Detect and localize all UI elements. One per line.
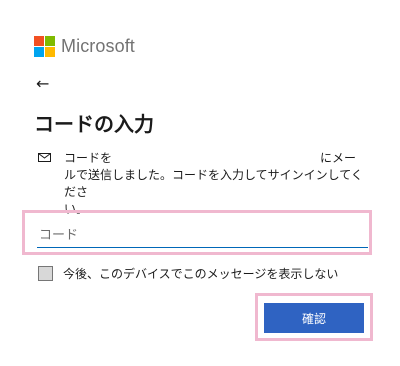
code-input-highlight: [22, 210, 372, 255]
confirm-button-highlight: 確認: [255, 293, 373, 341]
logo-square-green: [45, 36, 55, 46]
remember-device-checkbox[interactable]: [38, 266, 53, 281]
message-part-2: にメー: [320, 151, 357, 165]
confirm-button[interactable]: 確認: [264, 303, 364, 333]
microsoft-logo: Microsoft: [34, 36, 135, 57]
page-title: コードの入力: [34, 112, 154, 136]
microsoft-logo-icon: [34, 36, 55, 57]
message-part-1: コードを: [64, 151, 113, 165]
logo-square-yellow: [45, 47, 55, 57]
code-input[interactable]: [37, 223, 368, 248]
remember-device-label: 今後、このデバイスでこのメッセージを表示しない: [63, 267, 339, 281]
message-text: コードを にメー ルで送信しました。コードを入力してサインインしてくださ い。: [64, 150, 374, 218]
message-line-2: ルで送信しました。コードを入力してサインインしてくださ: [64, 168, 363, 199]
brand-name: Microsoft: [61, 36, 135, 56]
message-line-1: コードを にメー: [64, 150, 374, 167]
back-arrow-icon[interactable]: ←: [36, 75, 49, 93]
logo-square-red: [34, 36, 44, 46]
remember-device-row: 今後、このデバイスでこのメッセージを表示しない: [38, 265, 338, 282]
logo-square-blue: [34, 47, 44, 57]
mail-icon: [38, 153, 51, 162]
